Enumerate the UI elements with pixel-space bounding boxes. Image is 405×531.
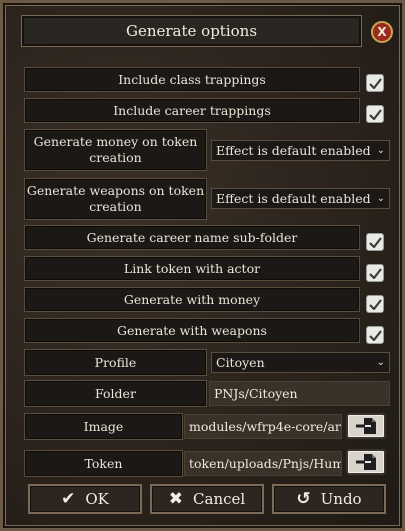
close-icon: ✖ [168,489,184,509]
close-button[interactable]: X [371,21,393,43]
profile-select[interactable]: Citoyen ⌄ [211,352,390,373]
undo-icon: ↺ [296,489,311,509]
option-generate-with-money-label: Generate with money [24,287,360,312]
profile-label: Profile [24,349,207,376]
checkmark-icon [368,329,382,341]
money-effect-select[interactable]: Effect is default enabled ⌄ [211,140,390,161]
image-file-picker-button[interactable] [346,413,386,439]
undo-button[interactable]: ↺ Undo [272,484,386,514]
cancel-label: Cancel [193,490,246,508]
ok-label: OK [85,490,109,508]
option-generate-money-token-label: Generate money on token creation [24,129,207,171]
checkmark-icon [368,108,382,120]
include-class-trappings-checkbox[interactable] [366,74,384,92]
option-include-class-trappings-label: Include class trappings [24,67,360,92]
money-effect-value: Effect is default enabled [216,143,371,158]
check-icon: ✔ [61,489,76,509]
image-label: Image [24,413,183,440]
option-career-subfolder-label: Generate career name sub-folder [24,225,360,250]
cancel-button[interactable]: ✖ Cancel [150,484,264,514]
chevron-down-icon: ⌄ [376,193,385,204]
profile-value: Citoyen [216,355,265,370]
image-path-input[interactable]: modules/wfrp4e-core/art/c [184,414,342,439]
link-token-actor-checkbox[interactable] [366,264,384,282]
checkmark-icon [368,267,382,279]
token-path-input[interactable]: token/uploads/Pnjs/Huma: [184,451,342,476]
include-career-trappings-checkbox[interactable] [366,105,384,123]
dialog-title: Generate options [21,15,362,47]
ok-button[interactable]: ✔ OK [28,484,142,514]
token-file-picker-button[interactable] [346,449,386,475]
folder-label: Folder [24,380,207,407]
weapons-effect-select[interactable]: Effect is default enabled ⌄ [211,188,390,209]
file-import-icon [356,454,376,470]
checkmark-icon [368,298,382,310]
chevron-down-icon: ⌄ [376,145,385,156]
career-subfolder-checkbox[interactable] [366,233,384,251]
folder-input[interactable]: PNJs/Citoyen [209,381,390,406]
close-icon: X [377,25,387,39]
weapons-effect-value: Effect is default enabled [216,191,371,206]
token-label: Token [24,450,183,477]
file-import-icon [356,418,376,434]
option-generate-weapons-token-label: Generate weapons on token creation [24,178,207,220]
checkmark-icon [368,236,382,248]
generate-options-dialog: Generate options X Include class trappin… [0,0,405,531]
option-include-career-trappings-label: Include career trappings [24,98,360,123]
generate-with-weapons-checkbox[interactable] [366,326,384,344]
chevron-down-icon: ⌄ [376,357,385,368]
option-link-token-actor-label: Link token with actor [24,256,360,281]
checkmark-icon [368,77,382,89]
undo-label: Undo [320,490,362,508]
generate-with-money-checkbox[interactable] [366,295,384,313]
option-generate-with-weapons-label: Generate with weapons [24,318,360,343]
